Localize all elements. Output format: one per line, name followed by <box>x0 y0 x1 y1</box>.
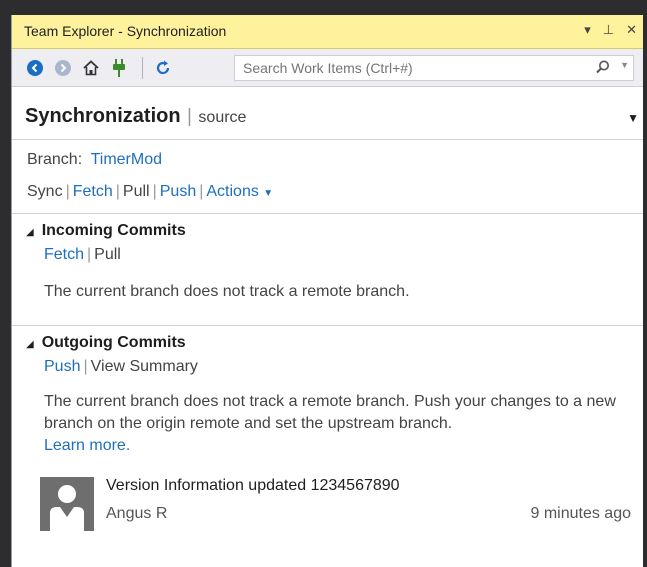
pin-icon[interactable]: ⊥ <box>603 21 614 39</box>
incoming-commits-title: Incoming Commits <box>41 222 186 239</box>
actions-menu[interactable]: Actions ▼ <box>206 183 273 200</box>
search-options-dropdown-icon[interactable]: ▼ <box>620 60 629 70</box>
home-button[interactable] <box>80 57 102 79</box>
toolbar-separator <box>142 57 143 79</box>
search-box: ▼ <box>234 55 634 81</box>
sync-label: Sync <box>27 183 63 200</box>
title-bar: Team Explorer - Synchronization ▾ ⊥ ✕ <box>12 15 643 49</box>
outgoing-commits-message: The current branch does not track a remo… <box>44 391 634 457</box>
branch-row: Branch: TimerMod <box>27 151 162 169</box>
outgoing-actions-row: Push | View Summary <box>44 358 198 375</box>
window-controls: ▾ ⊥ ✕ <box>584 21 637 39</box>
forward-button[interactable] <box>52 57 74 79</box>
toolbar: ▼ <box>12 49 643 87</box>
page-header: Synchronization | source ▼ <box>25 105 639 135</box>
search-input[interactable] <box>235 56 585 80</box>
back-button[interactable] <box>24 57 46 79</box>
outgoing-push-link[interactable]: Push <box>44 358 80 375</box>
back-icon <box>27 60 43 76</box>
outgoing-commits-section-header[interactable]: ◢ Outgoing Commits <box>26 334 186 352</box>
incoming-commits-message: The current branch does not track a remo… <box>44 283 410 300</box>
connect-icon <box>113 59 125 77</box>
sync-actions-row: Sync | Fetch | Pull | Push | Actions ▼ <box>27 183 274 200</box>
title-separator: | <box>187 106 192 127</box>
pull-label: Pull <box>122 183 150 200</box>
close-icon[interactable]: ✕ <box>626 21 637 39</box>
window-title: Team Explorer - Synchronization <box>24 23 227 39</box>
branch-label: Branch: <box>27 151 83 168</box>
branch-link[interactable]: TimerMod <box>91 151 162 168</box>
team-explorer-panel: Team Explorer - Synchronization ▾ ⊥ ✕ Se… <box>11 15 643 567</box>
incoming-fetch-link[interactable]: Fetch <box>44 246 84 263</box>
repository-name: source <box>198 109 247 126</box>
collapse-triangle-icon: ◢ <box>26 339 34 350</box>
incoming-pull-label: Pull <box>94 246 121 263</box>
actions-label: Actions <box>206 183 259 200</box>
incoming-actions-row: Fetch | Pull <box>44 246 121 263</box>
divider <box>12 213 643 214</box>
push-link[interactable]: Push <box>160 183 196 200</box>
refresh-button[interactable] <box>152 57 174 79</box>
avatar <box>40 477 94 531</box>
user-avatar-icon <box>40 477 94 531</box>
refresh-icon <box>156 60 170 75</box>
outgoing-message-text: The current branch does not track a remo… <box>44 393 616 432</box>
incoming-commits-section-header[interactable]: ◢ Incoming Commits <box>26 222 186 240</box>
actions-dropdown-icon: ▼ <box>263 188 274 199</box>
outgoing-commits-title: Outgoing Commits <box>41 334 186 351</box>
divider <box>12 325 643 326</box>
home-icon <box>83 60 99 76</box>
search-icon[interactable] <box>595 59 611 80</box>
commit-message[interactable]: Version Information updated 1234567890 <box>106 477 400 495</box>
learn-more-link[interactable]: Learn more. <box>44 437 130 454</box>
connect-button[interactable] <box>108 57 130 79</box>
commit-author: Angus R <box>106 505 168 522</box>
page-title: Synchronization <box>25 105 181 127</box>
collapse-triangle-icon: ◢ <box>26 227 34 238</box>
divider <box>12 139 643 140</box>
page-menu-dropdown-icon[interactable]: ▼ <box>627 111 639 125</box>
forward-icon <box>55 60 71 76</box>
fetch-link[interactable]: Fetch <box>73 183 113 200</box>
view-summary-label: View Summary <box>90 358 198 375</box>
commit-timestamp: 9 minutes ago <box>530 505 631 522</box>
window-menu-dropdown-icon[interactable]: ▾ <box>584 21 591 39</box>
